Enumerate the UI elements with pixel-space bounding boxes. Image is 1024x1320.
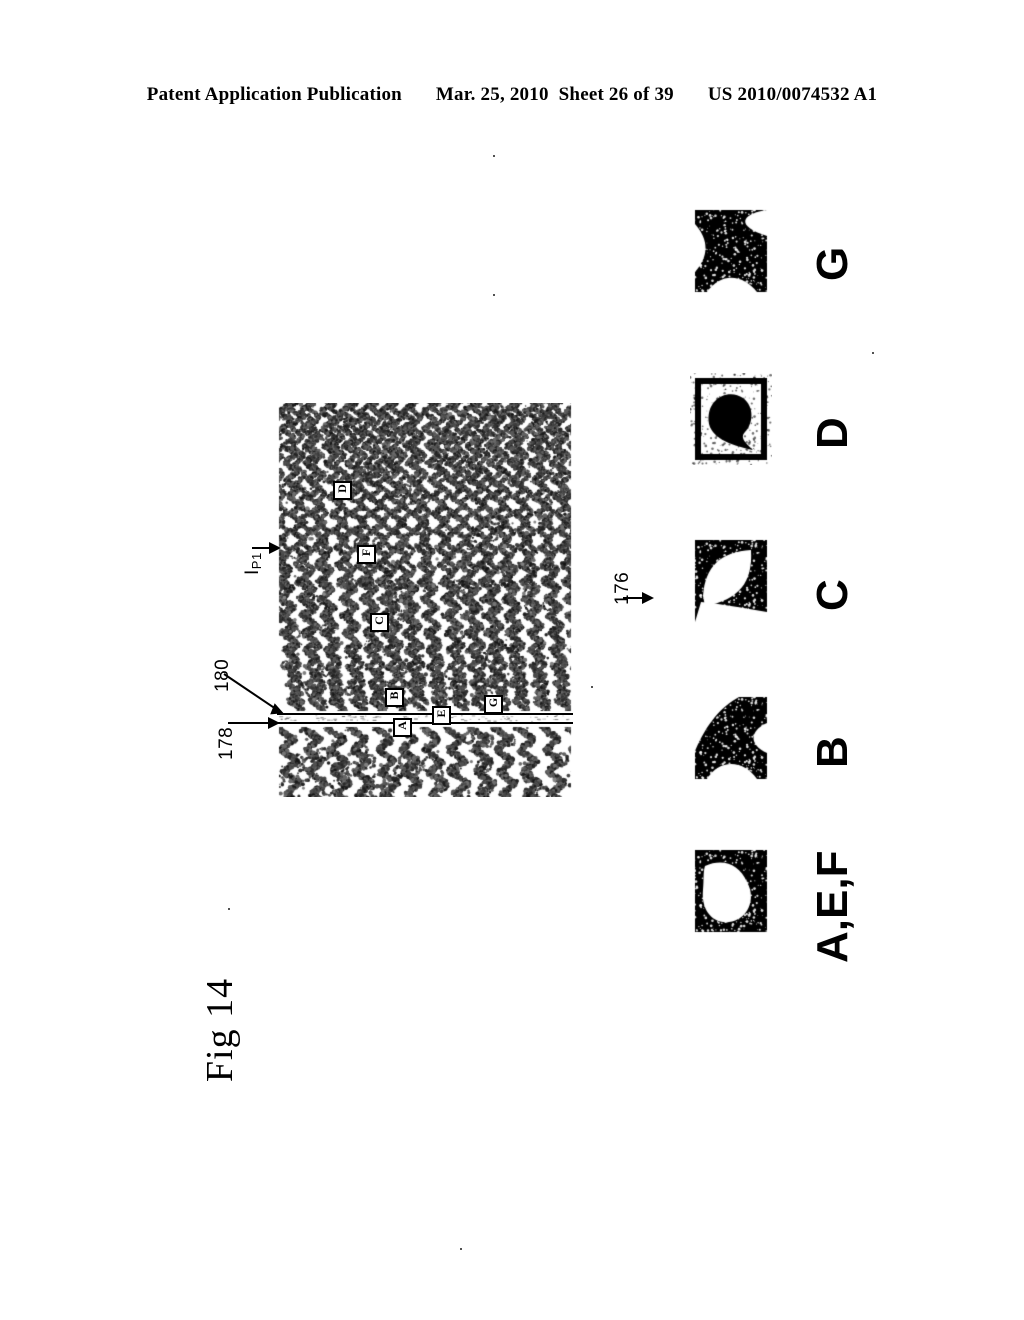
micrograph-marker-label: C: [372, 616, 386, 625]
shape-thumbnail-g-image: [690, 205, 772, 297]
callout-label-ip1: IP1: [242, 552, 264, 575]
shape-thumbnail-column: G D C B A,E,F: [690, 205, 890, 995]
shape-thumbnail-label: D: [808, 417, 857, 449]
shape-thumbnail-label: A,E,F: [808, 850, 857, 963]
print-speck: [493, 294, 495, 296]
micrograph-marker-b: B: [385, 688, 404, 707]
print-speck: [228, 908, 230, 910]
micrograph-marker-label: D: [335, 484, 349, 493]
interface-boundary-line-lower: [277, 722, 573, 724]
micrograph-marker-f: F: [357, 545, 376, 564]
leader-line-180: [223, 673, 279, 712]
shape-thumbnail-c-image: [690, 535, 772, 627]
arrowhead-178: [268, 717, 280, 729]
print-speck: [591, 686, 593, 688]
micrograph-marker-c: C: [370, 613, 389, 632]
micrograph-marker-label: B: [387, 691, 401, 700]
micrograph-marker-label: A: [395, 721, 409, 730]
micrograph-marker-label: G: [486, 697, 500, 708]
shape-thumbnail-row-d: D: [690, 373, 890, 523]
print-speck: [872, 352, 874, 354]
figure-caption: Fig 14: [199, 977, 241, 1083]
print-speck: [493, 155, 495, 157]
micrograph-marker-label: E: [434, 709, 448, 718]
print-speck: [460, 1248, 462, 1250]
callout-ip1-subscript: P1: [249, 552, 264, 570]
callout-ip1-text: I: [242, 569, 263, 575]
interface-boundary-line-upper: [277, 713, 573, 715]
callout-label-180: 180: [212, 658, 233, 692]
shape-thumbnail-row-aef: A,E,F: [690, 845, 890, 995]
micrograph-marker-a: A: [393, 718, 412, 737]
arrowhead-176: [642, 592, 654, 604]
arrowhead-ip1: [269, 542, 281, 554]
shape-thumbnail-row-b: B: [690, 692, 890, 842]
callout-label-178: 178: [216, 726, 237, 760]
callout-label-176: 176: [612, 571, 633, 605]
shape-thumbnail-row-g: G: [690, 205, 890, 355]
micrograph-marker-d: D: [333, 481, 352, 500]
shape-thumbnail-d-image: [690, 373, 772, 465]
shape-thumbnail-aef-image: [690, 845, 772, 937]
micrograph-panel: D F C B A E G: [277, 403, 573, 797]
micrograph-marker-e: E: [432, 706, 451, 725]
micrograph-marker-g: G: [484, 695, 503, 714]
micrograph-marker-label: F: [359, 548, 373, 557]
shape-thumbnail-label: B: [808, 736, 857, 768]
figure-14: Fig 14 D F C B A E G IP1 180 178 176 G D C B A,E,F: [0, 0, 1024, 1320]
shape-thumbnail-row-c: C: [690, 535, 890, 685]
shape-thumbnail-b-image: [690, 692, 772, 784]
periodic-zigzag-texture-micrograph: [277, 403, 573, 797]
shape-thumbnail-label: G: [808, 246, 857, 281]
shape-thumbnail-label: C: [808, 579, 857, 611]
